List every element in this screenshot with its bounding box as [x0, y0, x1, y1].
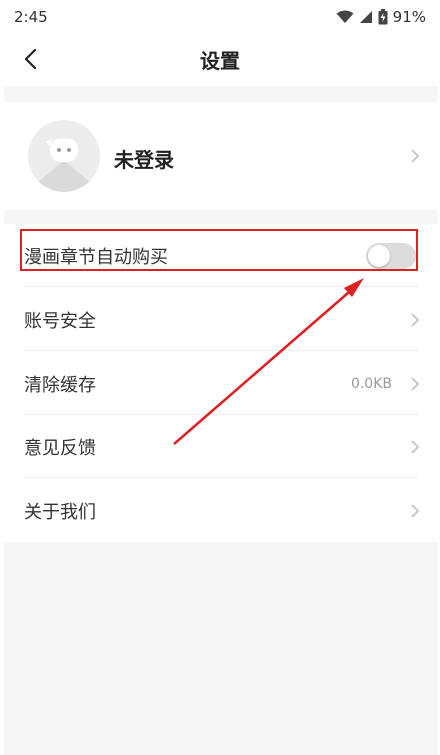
- setting-account-security[interactable]: 账号安全: [4, 288, 438, 351]
- back-arrow-icon[interactable]: [18, 46, 44, 72]
- status-time: 2:45: [14, 8, 48, 26]
- setting-clear-cache[interactable]: 清除缓存 0.0KB: [4, 352, 438, 415]
- page-title: 设置: [200, 48, 240, 73]
- setting-feedback[interactable]: 意见反馈: [4, 415, 438, 478]
- status-icons: 91%: [336, 8, 426, 26]
- chevron-right-icon: [411, 377, 420, 391]
- divider: [24, 286, 418, 287]
- signal-icon: [359, 11, 372, 23]
- divider: [24, 477, 418, 478]
- chevron-right-icon: [411, 149, 420, 163]
- status-bar: 2:45 91%: [0, 0, 440, 34]
- battery-percent: 91%: [392, 8, 426, 26]
- profile-card[interactable]: 未登录: [4, 102, 438, 210]
- chevron-right-icon: [411, 313, 420, 327]
- battery-icon: [378, 9, 388, 25]
- cache-size: 0.0KB: [350, 375, 392, 392]
- chevron-right-icon: [411, 440, 420, 454]
- setting-clear-cache-label: 清除缓存: [24, 374, 96, 396]
- wifi-icon: [336, 10, 354, 23]
- settings-list: 漫画章节自动购买 账号安全 清除缓存 0.0KB 意见反馈 关于我们: [4, 224, 438, 542]
- profile-name: 未登录: [114, 148, 174, 172]
- setting-feedback-label: 意见反馈: [24, 437, 96, 459]
- setting-about-label: 关于我们: [24, 501, 96, 523]
- default-avatar-icon: [28, 120, 100, 192]
- divider: [24, 350, 418, 351]
- setting-about[interactable]: 关于我们: [4, 479, 438, 542]
- annotation-highlight-box: [20, 229, 418, 271]
- nav-bar: 设置: [0, 34, 440, 84]
- avatar: [28, 120, 100, 192]
- setting-account-security-label: 账号安全: [24, 310, 96, 332]
- chevron-right-icon: [411, 504, 420, 518]
